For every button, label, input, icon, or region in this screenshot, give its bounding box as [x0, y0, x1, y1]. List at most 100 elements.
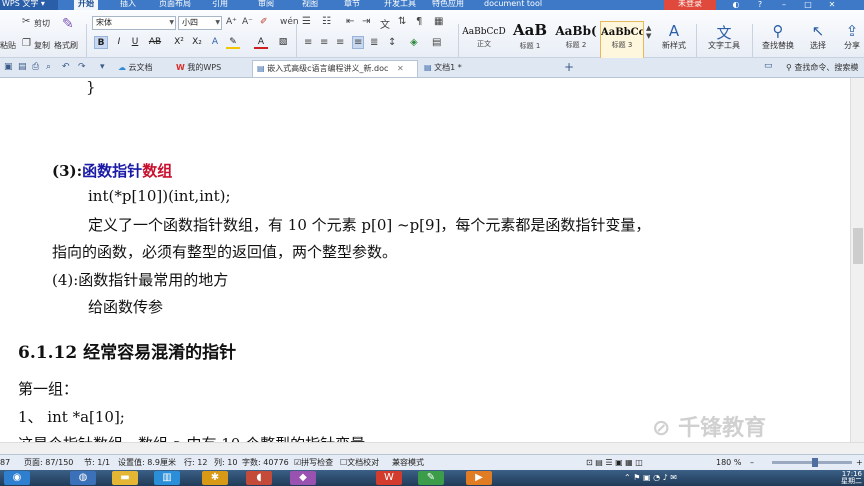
zoom-value[interactable]: 180 % — [716, 455, 741, 470]
copy-icon[interactable]: ❐ — [22, 38, 31, 49]
menu-home[interactable]: 开始 — [74, 0, 98, 10]
align-left-icon[interactable]: ≡ — [304, 37, 312, 48]
close-tab-icon[interactable]: ✕ — [397, 64, 404, 73]
subscript-button[interactable]: X₂ — [190, 36, 204, 49]
sort-icon[interactable]: ⇅ — [398, 16, 406, 27]
slides-icon[interactable]: ▶ — [466, 471, 492, 485]
cut-button[interactable]: 剪切 — [34, 18, 50, 29]
borders-icon[interactable]: ▦ — [434, 16, 443, 27]
doc-check-button[interactable]: ☐文档校对 — [340, 455, 379, 470]
tab-list-icon[interactable]: ▭ — [764, 61, 773, 71]
font-color-icon[interactable]: A — [254, 36, 268, 49]
menu-insert[interactable]: 插入 — [120, 0, 136, 10]
shrink-font-icon[interactable]: A⁻ — [242, 17, 253, 27]
undo-icon[interactable]: ↶ — [62, 62, 70, 72]
zoom-in-icon[interactable]: + — [856, 455, 863, 470]
select-button[interactable]: ↖ 选择 — [804, 22, 832, 51]
chart-app-icon[interactable]: ▥ — [154, 471, 180, 485]
new-tab-icon[interactable]: + — [564, 60, 574, 74]
bullet-list-icon[interactable]: ☰ — [302, 16, 311, 27]
browser-icon[interactable]: ◍ — [70, 471, 96, 485]
redo-icon[interactable]: ↷ — [78, 62, 86, 72]
increase-indent-icon[interactable]: ⇥ — [362, 16, 370, 27]
media-icon[interactable]: ◖ — [246, 471, 272, 485]
zoom-slider-handle[interactable] — [812, 458, 818, 467]
tab-my-wps[interactable]: W 我的WPS — [172, 60, 248, 77]
tab-embedded-c-doc[interactable]: ▤ 嵌入式高级c语言编程讲义_新.doc ✕ — [252, 60, 418, 77]
menu-review[interactable]: 审阅 — [258, 0, 274, 10]
style-normal[interactable]: AaBbCcD 正文 — [462, 21, 506, 61]
close-icon[interactable]: ✕ — [820, 0, 844, 10]
align-center-icon[interactable]: ≡ — [320, 37, 328, 48]
format-painter-icon[interactable]: ✎ — [62, 16, 74, 32]
format-painter-button[interactable]: 格式刷 — [54, 40, 78, 51]
tray-icons[interactable]: ⌃ ⚑ ▣ ◔ ♪ ✉ — [624, 471, 824, 485]
highlight-icon[interactable]: ✎ — [226, 36, 240, 49]
minimize-icon[interactable]: – — [772, 0, 796, 10]
vertical-scrollbar[interactable] — [850, 78, 864, 442]
command-search-box[interactable]: ⚲ 查找命令、搜索模 — [786, 62, 858, 73]
new-style-button[interactable]: A 新样式 — [654, 22, 694, 51]
tab-document-1[interactable]: ▤ 文档1 * — [420, 60, 500, 77]
export-pdf-icon[interactable]: ▤ — [18, 62, 27, 72]
status-chars[interactable]: 字数: 40776 — [242, 455, 289, 470]
skin-icon[interactable]: ◐ — [724, 0, 748, 10]
help-icon[interactable]: ? — [748, 0, 772, 10]
clear-format-icon[interactable]: ✐ — [260, 17, 268, 27]
shading-icon[interactable]: ◈ — [410, 37, 418, 48]
document-page[interactable]: } (3):函数指针数组 int(*p[10])(int,int); 定义了一个… — [0, 78, 850, 442]
style-heading-2[interactable]: AaBb( 标题 2 — [554, 21, 598, 61]
view-mode-icons[interactable]: ⊡ ▤ ☰ ▣ ▦ ◫ — [586, 455, 643, 470]
superscript-button[interactable]: X² — [172, 36, 186, 49]
menu-developer[interactable]: 开发工具 — [384, 0, 416, 10]
text-tools-button[interactable]: 文 文字工具 — [700, 22, 748, 51]
distributed-icon[interactable]: ≣ — [370, 37, 378, 48]
align-right-icon[interactable]: ≡ — [336, 37, 344, 48]
underline-button[interactable]: U — [128, 36, 142, 49]
tab-cloud-docs[interactable]: ☁ 云文档 — [114, 60, 170, 77]
decrease-indent-icon[interactable]: ⇤ — [346, 16, 354, 27]
print-icon[interactable]: ⎙ — [32, 62, 39, 72]
menu-features[interactable]: 特色应用 — [432, 0, 464, 10]
scissors-icon[interactable]: ✂ — [22, 16, 30, 27]
paragraph-borders-icon[interactable]: ▤ — [432, 37, 441, 48]
font-name-select[interactable]: 宋体 ▼ — [92, 16, 176, 30]
font-size-select[interactable]: 小四 ▼ — [178, 16, 222, 30]
start-button-icon[interactable]: ◉ — [4, 471, 30, 485]
grow-font-icon[interactable]: A⁺ — [226, 17, 237, 27]
italic-button[interactable]: I — [112, 36, 126, 49]
horizontal-scrollbar[interactable] — [0, 442, 864, 454]
menu-layout[interactable]: 页面布局 — [159, 0, 191, 10]
copy-button[interactable]: 复制 — [34, 40, 50, 51]
status-page[interactable]: 页面: 87/150 — [24, 455, 73, 470]
wps-writer-icon[interactable]: W — [376, 471, 402, 485]
bold-button[interactable]: B — [94, 36, 108, 49]
editor-icon[interactable]: ✎ — [418, 471, 444, 485]
save-icon[interactable]: ▣ — [4, 62, 13, 72]
show-marks-icon[interactable]: ¶ — [416, 16, 422, 27]
print-preview-icon[interactable]: ⌕ — [46, 62, 51, 72]
find-replace-button[interactable]: ⚲ 查找替换 — [756, 22, 800, 51]
char-shading-icon[interactable]: ▧ — [276, 36, 290, 49]
paste-button[interactable]: 粘贴 — [0, 40, 16, 51]
spell-check-button[interactable]: ☑拼写检查 — [294, 455, 333, 470]
clock[interactable]: 17:16 星期二 — [812, 471, 862, 485]
line-spacing-icon[interactable]: ↕ — [388, 37, 396, 48]
menu-chapter[interactable]: 章节 — [344, 0, 360, 10]
strikethrough-button[interactable]: AB — [144, 36, 166, 49]
numbered-list-icon[interactable]: ☷ — [322, 16, 331, 27]
app-icon[interactable]: ◆ — [290, 471, 316, 485]
menu-view[interactable]: 视图 — [302, 0, 318, 10]
maximize-icon[interactable]: □ — [796, 0, 820, 10]
justify-icon[interactable]: ≡ — [352, 36, 365, 49]
text-effect-icon[interactable]: A — [208, 36, 222, 49]
style-heading-3[interactable]: AaBbCc 标题 3 — [600, 21, 644, 61]
vertical-scroll-thumb[interactable] — [853, 228, 863, 264]
share-button[interactable]: ⇪ 分享 — [840, 22, 864, 51]
quick-access-menu-icon[interactable]: ▾ — [100, 62, 105, 72]
login-button[interactable]: 未登录 — [664, 0, 716, 10]
zoom-out-icon[interactable]: – — [750, 455, 754, 470]
menu-document-tool[interactable]: document tool — [484, 0, 542, 10]
style-heading-1[interactable]: AaB 标题 1 — [508, 21, 552, 61]
chinese-layout-icon[interactable]: 文 — [380, 16, 390, 31]
